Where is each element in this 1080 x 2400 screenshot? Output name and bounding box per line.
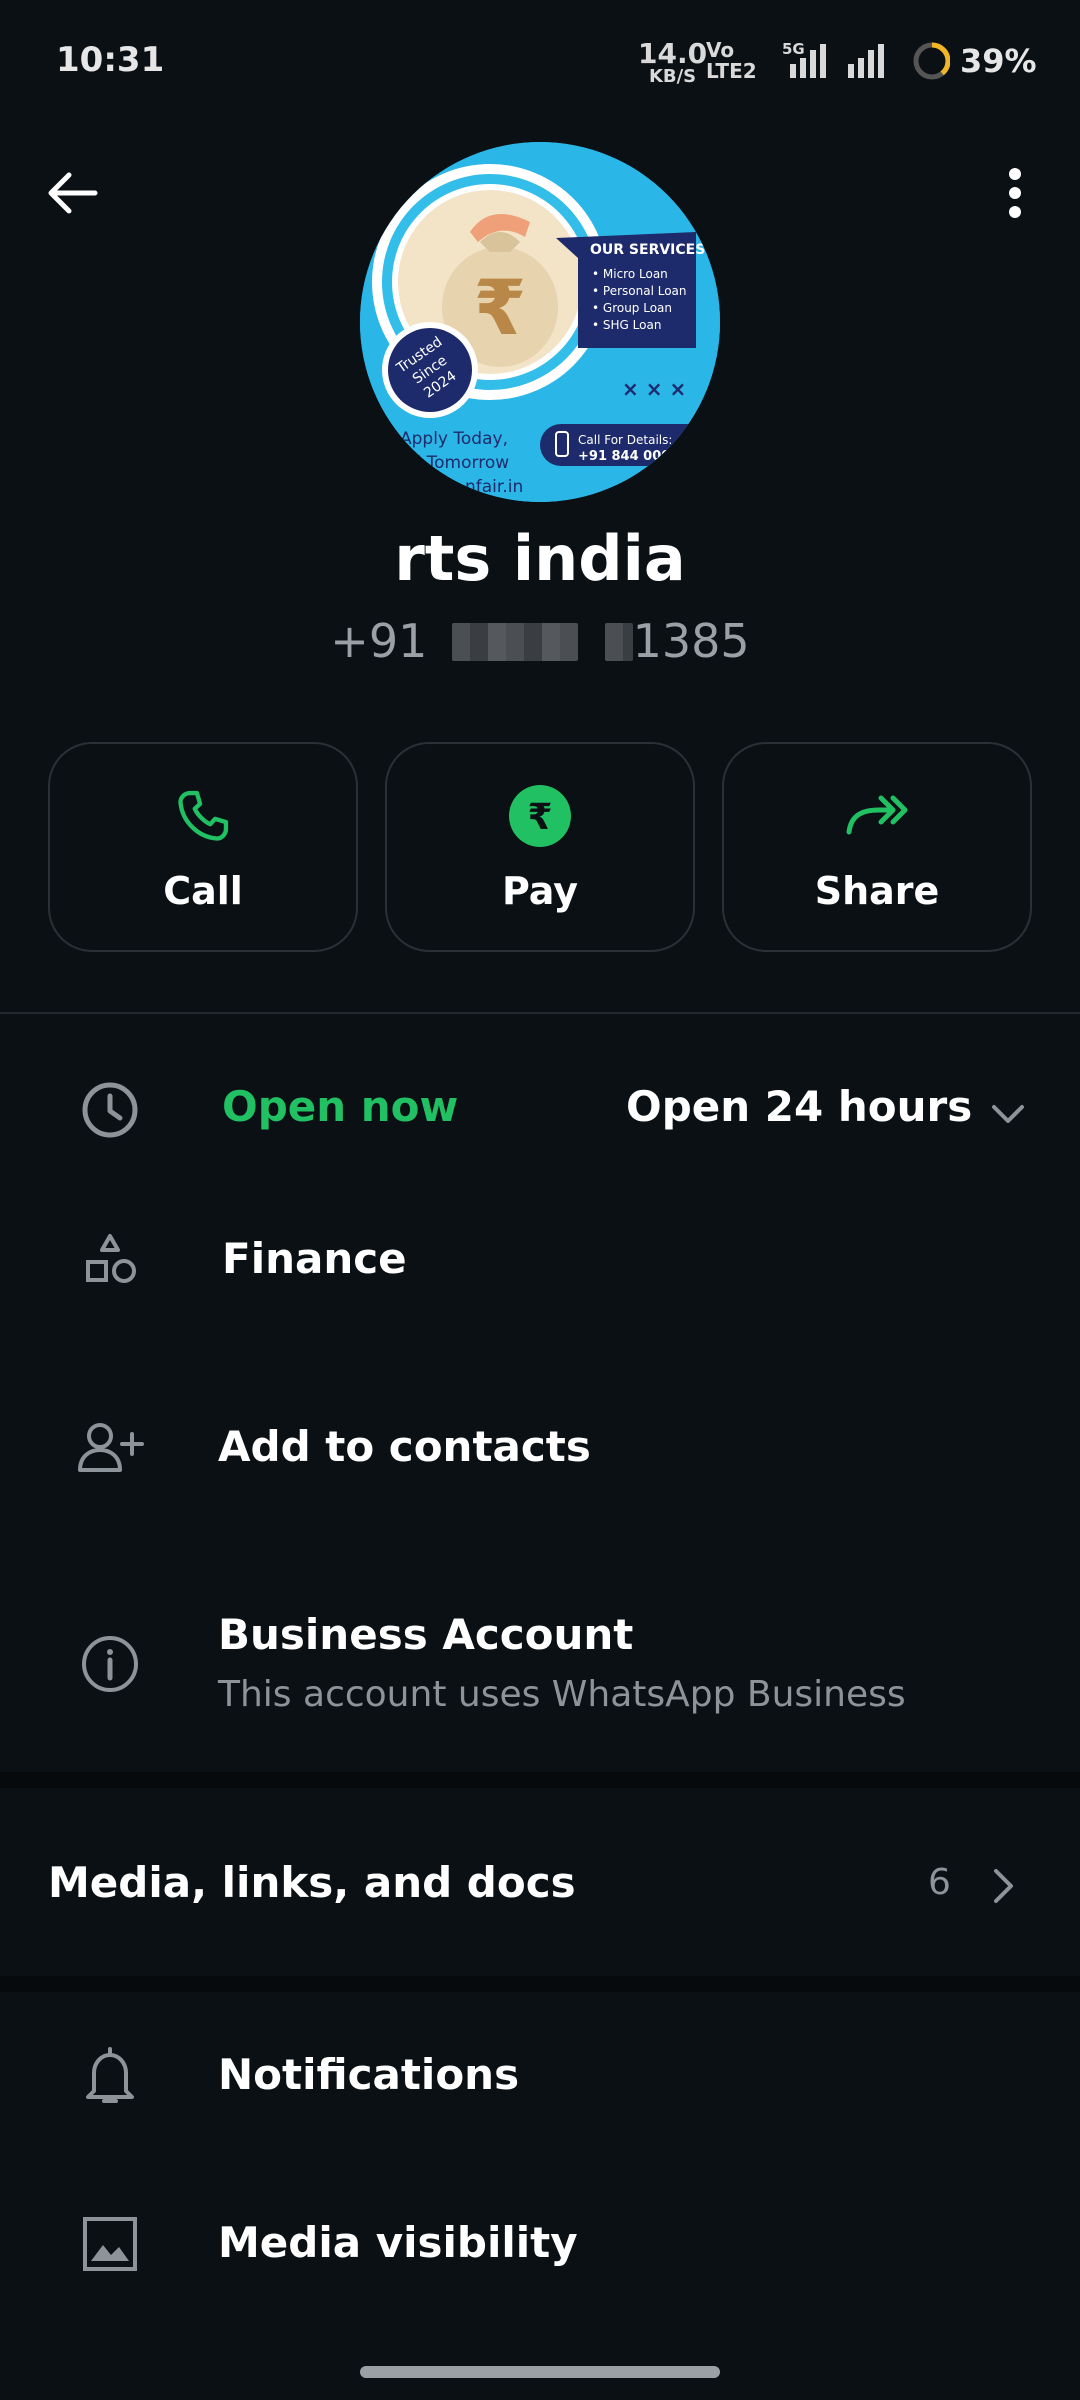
call-label: Call <box>163 869 243 913</box>
signal-2-icon <box>848 44 884 78</box>
share-button[interactable]: Share <box>722 742 1032 952</box>
business-account-subtitle: This account uses WhatsApp Business <box>218 1674 906 1715</box>
call-button[interactable]: Call <box>48 742 358 952</box>
business-account-title: Business Account <box>218 1610 634 1659</box>
chevron-down-icon[interactable] <box>980 1086 1036 1142</box>
add-person-icon <box>72 1410 148 1486</box>
image-icon <box>72 2206 148 2282</box>
section-separator <box>0 1976 1080 1992</box>
action-buttons: Call ₹ Pay Share <box>48 742 1032 952</box>
volte-line-2: LTE2 <box>706 59 757 83</box>
marks: × × × <box>622 377 686 401</box>
network-speed: 14.0 KB/S <box>638 40 707 86</box>
phone-prefix: +91 <box>330 614 428 668</box>
tagline-1: Apply Today, <box>400 429 508 449</box>
open-status: Open now <box>222 1082 459 1131</box>
svg-text:₹: ₹ <box>527 797 552 838</box>
media-links-docs-row[interactable]: Media, links, and docs 6 <box>0 1840 1080 1932</box>
svg-text:₹: ₹ <box>474 263 527 352</box>
section-separator <box>0 1772 1080 1788</box>
media-title: Media, links, and docs <box>48 1858 576 1907</box>
service-item: • SHG Loan <box>592 318 661 332</box>
shapes-icon <box>72 1222 148 1298</box>
share-label: Share <box>814 869 940 913</box>
services-title: OUR SERVICES: <box>590 242 711 258</box>
signal-icons: 5G <box>780 40 951 88</box>
service-item: • Group Loan <box>592 301 672 315</box>
status-bar: 10:31 14.0 KB/S Vo LTE2 5G 39% <box>0 0 1080 120</box>
info-icon <box>72 1626 148 1702</box>
contact-info-screen: 10:31 14.0 KB/S Vo LTE2 5G 39% ₹ Trusted… <box>0 0 1080 2400</box>
business-account-row[interactable]: Business Account This account uses Whats… <box>0 1600 1080 1730</box>
profile-photo[interactable]: ₹ Trusted Since 2024 OUR SERVICES: • Mic… <box>360 142 720 502</box>
media-visibility-label: Media visibility <box>218 2218 578 2267</box>
share-forward-icon <box>845 781 909 851</box>
network-type-label: 5G <box>782 40 805 58</box>
more-options-button[interactable] <box>980 158 1050 228</box>
back-button[interactable] <box>38 158 108 228</box>
phone-suffix: 1385 <box>632 614 750 668</box>
rupee-icon: ₹ <box>508 781 572 851</box>
open-hours: Open 24 hours <box>626 1082 973 1131</box>
notifications-label: Notifications <box>218 2050 520 2099</box>
arrow-left-icon <box>48 172 98 214</box>
add-to-contacts-label: Add to contacts <box>218 1422 591 1471</box>
phone-redaction-1 <box>452 623 578 661</box>
network-speed-value: 14.0 <box>638 37 708 70</box>
pay-label: Pay <box>501 869 579 913</box>
profile-image: ₹ Trusted Since 2024 OUR SERVICES: • Mic… <box>360 142 720 502</box>
category-row: Finance <box>0 1222 1080 1302</box>
service-item: • Personal Loan <box>592 284 687 298</box>
media-count: 6 <box>928 1862 951 1903</box>
chevron-right-icon <box>976 1858 1032 1914</box>
pay-button[interactable]: ₹ Pay <box>385 742 695 952</box>
battery-ring-icon <box>913 42 951 80</box>
home-indicator[interactable] <box>360 2366 720 2378</box>
call-number: +91 844 000 5 <box>578 449 684 464</box>
phone-icon <box>174 781 232 851</box>
tagline-2: ed Tomorrow <box>400 453 509 473</box>
site-text: nfair.in <box>465 477 523 497</box>
contact-phone: +91 1385 <box>0 614 1080 668</box>
notifications-row[interactable]: Notifications <box>0 2038 1080 2118</box>
divider <box>0 1012 1080 1014</box>
service-item: • Micro Loan <box>592 267 668 281</box>
contact-name: rts india <box>394 522 686 595</box>
call-label: Call For Details: <box>578 433 672 447</box>
network-speed-unit: KB/S <box>648 66 697 87</box>
media-visibility-row[interactable]: Media visibility <box>0 2206 1080 2286</box>
volte-indicator: Vo LTE2 <box>706 40 757 82</box>
bell-icon <box>72 2038 148 2114</box>
status-time: 10:31 <box>56 40 165 80</box>
more-vert-icon <box>1009 168 1021 218</box>
phone-redaction-2 <box>604 623 633 661</box>
clock-icon <box>72 1072 148 1148</box>
add-to-contacts-row[interactable]: Add to contacts <box>0 1410 1080 1490</box>
volte-line-1: Vo <box>706 38 735 62</box>
category-label: Finance <box>222 1234 407 1283</box>
battery-percent: 39% <box>960 42 1037 80</box>
